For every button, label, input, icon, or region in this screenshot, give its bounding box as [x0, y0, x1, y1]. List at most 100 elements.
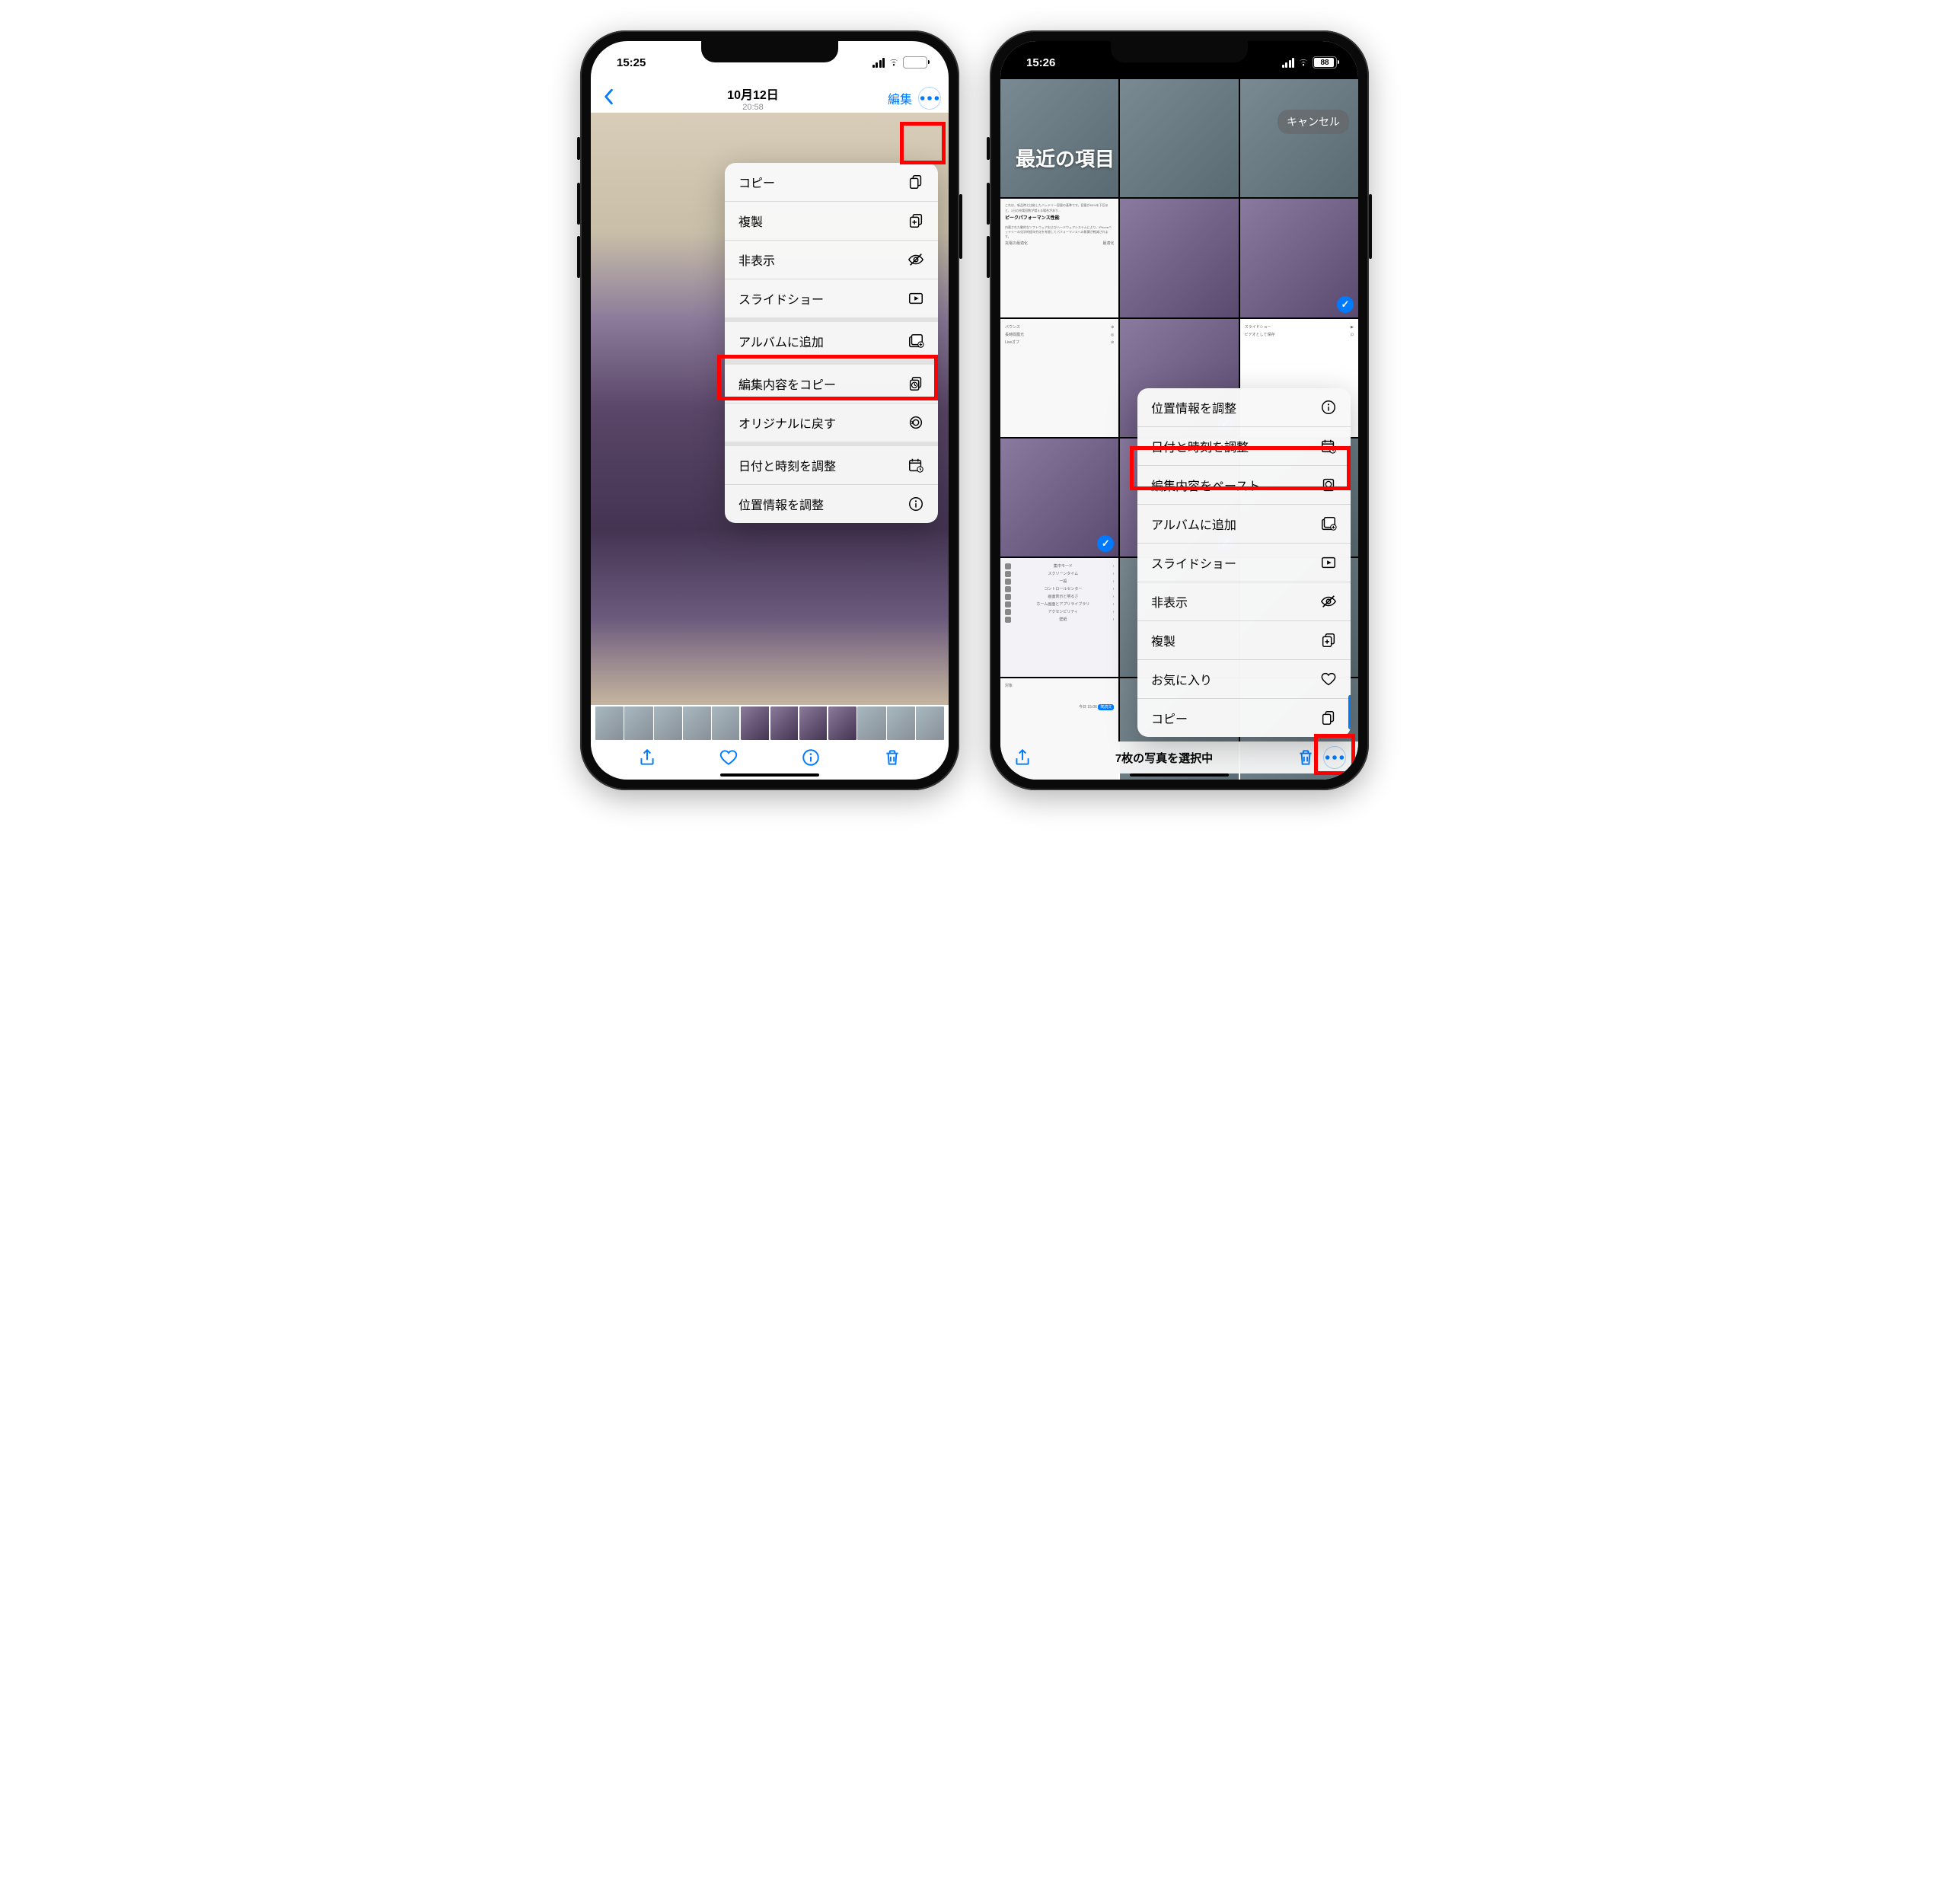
signal-icon: [872, 58, 885, 68]
play-icon: [908, 290, 924, 307]
menu-item-duplicate[interactable]: 複製: [1137, 621, 1351, 660]
more-button[interactable]: [918, 87, 941, 110]
volume-up-button: [987, 183, 990, 225]
menu-label: コピー: [1151, 709, 1188, 727]
bottom-toolbar: 7枚の写真を選択中: [1000, 742, 1358, 773]
grid-photo[interactable]: [1240, 79, 1358, 197]
home-indicator[interactable]: [720, 773, 819, 777]
menu-label: スライドショー: [1151, 553, 1236, 572]
menu-item-copy[interactable]: コピー: [725, 163, 938, 202]
home-indicator[interactable]: [1130, 773, 1229, 777]
menu-label: オリジナルに戻す: [738, 413, 836, 432]
status-icons: 89: [872, 56, 928, 69]
heart-icon[interactable]: [719, 748, 738, 767]
grid-photo[interactable]: これは、新品時と比較したバッテリー容量の基準です。容量が80%を下回ると、1日の…: [1000, 199, 1118, 317]
menu-item-eye-off[interactable]: 非表示: [1137, 582, 1351, 621]
edit-copy-icon: [908, 375, 924, 392]
album-add-icon: [1320, 515, 1337, 532]
menu-label: 複製: [1151, 631, 1175, 649]
menu-item-play[interactable]: スライドショー: [725, 279, 938, 322]
volume-down-button: [987, 236, 990, 278]
menu-item-info[interactable]: 位置情報を調整: [1137, 388, 1351, 427]
heart-icon: [1320, 671, 1337, 687]
trash-icon[interactable]: [1296, 748, 1316, 767]
grid-photo[interactable]: 集中モード›スクリーンタイム›一般›コントロールセンター›画面表示と明るさ›ホー…: [1000, 558, 1118, 676]
eye-off-icon: [1320, 593, 1337, 610]
wifi-icon: [888, 58, 900, 67]
iphone-frame-left: 15:25 89 10月12日 20:58 編集: [580, 30, 959, 790]
menu-item-heart[interactable]: お気に入り: [1137, 660, 1351, 699]
grid-photo[interactable]: [1120, 79, 1238, 197]
selection-count-label: 7枚の写真を選択中: [1032, 750, 1296, 766]
trash-icon[interactable]: [882, 748, 902, 767]
menu-label: 編集内容をコピー: [738, 375, 836, 393]
share-icon[interactable]: [1013, 748, 1032, 767]
menu-item-edit-copy[interactable]: 編集内容をコピー: [725, 365, 938, 403]
photo-thumbnail-strip[interactable]: [591, 705, 949, 742]
menu-item-edit-paste[interactable]: 編集内容をペースト: [1137, 466, 1351, 505]
silence-switch: [577, 137, 580, 160]
menu-item-copy[interactable]: コピー: [1137, 699, 1351, 737]
menu-item-album-add[interactable]: アルバムに追加: [725, 322, 938, 365]
duplicate-icon: [908, 212, 924, 229]
album-title: 最近の項目: [1016, 144, 1115, 172]
calendar-icon: [908, 457, 924, 474]
grid-photo[interactable]: バウンス⊕長時間露光◎Liveオフ⊘: [1000, 319, 1118, 437]
volume-up-button: [577, 183, 580, 225]
menu-item-eye-off[interactable]: 非表示: [725, 241, 938, 279]
menu-label: コピー: [738, 173, 775, 191]
menu-label: 非表示: [738, 250, 775, 269]
menu-item-info[interactable]: 位置情報を調整: [725, 485, 938, 523]
selected-check-icon: ✓: [1097, 535, 1114, 552]
signal-icon: [1282, 58, 1295, 68]
wifi-icon: [1297, 58, 1309, 67]
grid-photo[interactable]: [1000, 79, 1118, 197]
context-menu: コピー複製非表示スライドショーアルバムに追加編集内容をコピーオリジナルに戻す日付…: [725, 163, 938, 523]
menu-label: 日付と時刻を調整: [1151, 437, 1249, 455]
back-button[interactable]: [598, 87, 618, 110]
bottom-toolbar: [591, 742, 949, 773]
cancel-button[interactable]: キャンセル: [1278, 110, 1349, 134]
status-icons: 88: [1282, 56, 1338, 69]
power-button: [1369, 194, 1372, 259]
battery-icon: 89: [903, 56, 927, 69]
context-menu: 位置情報を調整日付と時刻を調整編集内容をペーストアルバムに追加スライドショー非表…: [1137, 388, 1351, 737]
edit-paste-icon: [1320, 477, 1337, 493]
menu-label: アルバムに追加: [1151, 515, 1236, 533]
status-time: 15:26: [1026, 56, 1055, 69]
copy-icon: [908, 174, 924, 190]
menu-item-duplicate[interactable]: 複製: [725, 202, 938, 241]
share-icon[interactable]: [637, 748, 657, 767]
info-icon[interactable]: [801, 748, 821, 767]
edit-button[interactable]: 編集: [888, 89, 912, 107]
menu-label: アルバムに追加: [738, 332, 824, 350]
menu-label: スライドショー: [738, 289, 824, 308]
menu-label: 日付と時刻を調整: [738, 456, 836, 474]
menu-label: 編集内容をペースト: [1151, 476, 1260, 494]
duplicate-icon: [1320, 632, 1337, 649]
volume-down-button: [577, 236, 580, 278]
menu-item-revert[interactable]: オリジナルに戻す: [725, 403, 938, 446]
menu-label: 複製: [738, 212, 763, 230]
album-add-icon: [908, 333, 924, 349]
grid-photo[interactable]: [1120, 199, 1238, 317]
menu-label: 位置情報を調整: [1151, 398, 1236, 416]
menu-label: 位置情報を調整: [738, 495, 824, 513]
selected-check-icon: ✓: [1337, 296, 1354, 313]
screen-left: 15:25 89 10月12日 20:58 編集: [591, 41, 949, 780]
scroll-indicator: [1348, 695, 1351, 729]
silence-switch: [987, 137, 990, 160]
notch: [1111, 41, 1248, 62]
menu-item-album-add[interactable]: アルバムに追加: [1137, 505, 1351, 544]
menu-item-calendar[interactable]: 日付と時刻を調整: [1137, 427, 1351, 466]
calendar-icon: [1320, 438, 1337, 454]
menu-label: お気に入り: [1151, 670, 1212, 688]
grid-photo[interactable]: ✓: [1000, 439, 1118, 557]
play-icon: [1320, 554, 1337, 571]
more-button[interactable]: [1323, 746, 1346, 769]
status-time: 15:25: [617, 56, 646, 69]
menu-item-play[interactable]: スライドショー: [1137, 544, 1351, 582]
grid-photo[interactable]: ✓: [1240, 199, 1358, 317]
info-icon: [1320, 399, 1337, 416]
menu-item-calendar[interactable]: 日付と時刻を調整: [725, 446, 938, 485]
